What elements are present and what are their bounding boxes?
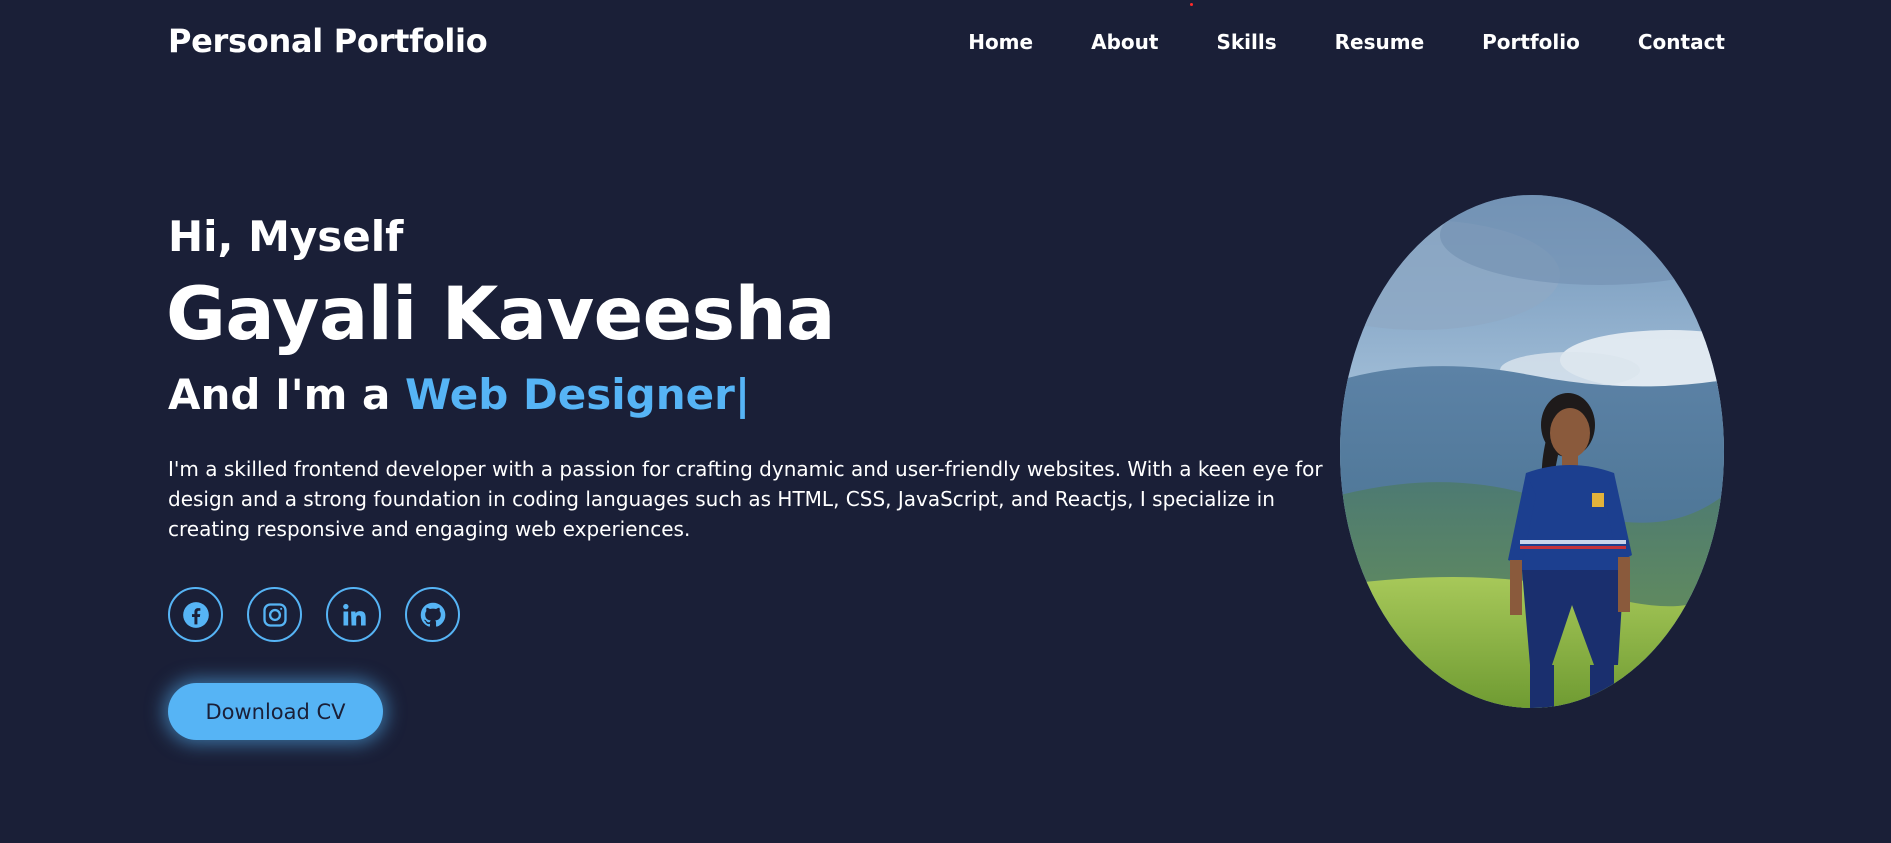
brand-title[interactable]: Personal Portfolio [168,22,488,60]
hero-role-line: And I'm a Web Designer| [168,370,750,419]
nav-skills[interactable]: Skills [1216,30,1276,54]
social-links [168,587,460,642]
nav-home[interactable]: Home [968,30,1033,54]
hero-name: Gayali Kaveesha [166,272,835,357]
site-header: Personal Portfolio Home About Skills Res… [0,0,1891,86]
role-prefix: And I'm a [168,370,405,419]
red-dot-marker [1190,3,1193,6]
instagram-link[interactable] [247,587,302,642]
facebook-icon [182,601,209,628]
profile-photo-image [1340,195,1724,708]
linkedin-icon [342,603,366,625]
hero-description: I'm a skilled frontend developer with a … [168,457,1323,541]
hero-greeting: Hi, Myself [168,212,404,261]
github-link[interactable] [405,587,460,642]
portfolio-page: Personal Portfolio Home About Skills Res… [0,0,1891,843]
nav-portfolio[interactable]: Portfolio [1482,30,1580,54]
facebook-link[interactable] [168,587,223,642]
linkedin-link[interactable] [326,587,381,642]
main-nav: Home About Skills Resume Portfolio Conta… [968,30,1725,54]
download-cv-button[interactable]: Download CV [168,683,383,740]
nav-resume[interactable]: Resume [1335,30,1425,54]
profile-photo [1340,195,1724,708]
nav-about[interactable]: About [1091,30,1158,54]
nav-contact[interactable]: Contact [1638,30,1725,54]
role-text: Web Designer| [404,370,751,419]
instagram-icon [262,602,287,627]
github-icon [420,602,445,627]
